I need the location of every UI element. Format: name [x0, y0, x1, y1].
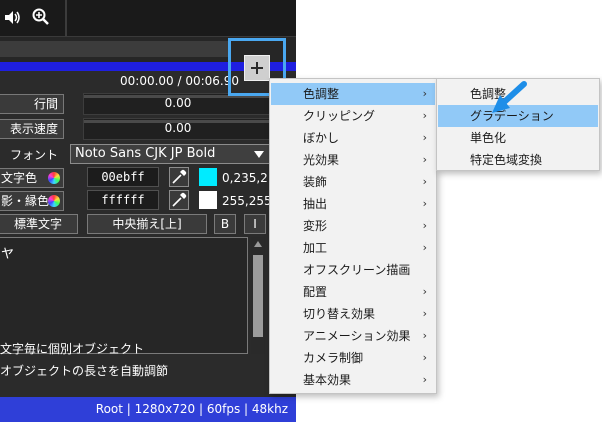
menu-sub-item[interactable]: 特定色域変換: [438, 149, 598, 171]
chevron-right-icon: ›: [422, 109, 427, 122]
zoom-in-icon[interactable]: [32, 8, 50, 29]
plus-icon-vertical: [256, 62, 258, 74]
toolbar-icons: [0, 0, 65, 36]
pointer-arrow-icon: [492, 81, 527, 113]
text-content: ヤ: [1, 247, 15, 262]
display-speed-value: 0.00: [164, 121, 192, 135]
color-wheel-icon[interactable]: [48, 172, 60, 184]
text-color-label-text: 文字色: [1, 171, 38, 185]
menu-main-item[interactable]: 抽出 ›: [271, 193, 435, 215]
eyedropper-button[interactable]: [169, 167, 189, 187]
chevron-right-icon: ›: [422, 285, 427, 298]
top-toolbar: [0, 0, 296, 36]
menu-main-item-label: アニメーション効果: [303, 329, 411, 343]
chevron-right-icon: ›: [422, 307, 427, 320]
text-color-swatch[interactable]: [199, 168, 217, 186]
eyedropper-button[interactable]: [169, 190, 189, 210]
menu-main-item-label: 抽出: [303, 197, 328, 211]
chevron-right-icon: ›: [422, 131, 427, 144]
chevron-right-icon: ›: [422, 351, 427, 364]
eyedropper-icon: [172, 169, 187, 184]
display-speed-label-button[interactable]: 表示速度: [0, 119, 64, 139]
color-wheel-icon[interactable]: [48, 195, 60, 207]
per-character-object-checkbox[interactable]: 文字毎に個別オブジェクト: [0, 340, 144, 357]
menu-main-item[interactable]: アニメーション効果 ›: [271, 325, 435, 347]
auto-adjust-length-checkbox[interactable]: オブジェクトの長さを自動調節: [0, 362, 168, 379]
chevron-right-icon: ›: [422, 329, 427, 342]
font-select[interactable]: Noto Sans CJK JP Bold: [70, 144, 270, 164]
menu-main-item-label: 光効果: [303, 153, 340, 167]
line-spacing-value: 0.00: [164, 96, 192, 110]
menu-main-item[interactable]: 切り替え効果 ›: [271, 303, 435, 325]
menu-sub-item-label: 特定色域変換: [470, 153, 543, 167]
status-text: Root | 1280x720 | 60fps | 48khz: [95, 402, 288, 416]
screenshot-stage: 00:00.00 / 00:06.90 行間 0.00 表示速度 0.00 フォ…: [0, 0, 602, 422]
scroll-thumb[interactable]: [253, 255, 263, 337]
chevron-right-icon: ›: [422, 241, 427, 254]
chevron-right-icon: ›: [422, 197, 427, 210]
shadow-color-hex[interactable]: ffffff: [87, 190, 159, 210]
menu-main-item-label: 装飾: [303, 175, 328, 189]
menu-main-item[interactable]: 加工 ›: [271, 237, 435, 259]
menu-main-item[interactable]: オフスクリーン描画: [271, 259, 435, 281]
text-input-area[interactable]: ヤ: [0, 237, 248, 354]
chevron-right-icon: ›: [422, 87, 427, 100]
menu-sub-item-label: 単色化: [470, 131, 507, 145]
scroll-up-icon[interactable]: [254, 241, 262, 247]
filter-context-menu: 色調整 › クリッピング › ぼかし › 光効果 › 装飾 › 抽出 › 変形 › 加工 › オフスクリーン描画…: [269, 78, 437, 394]
menu-main-item[interactable]: カメラ制御 ›: [271, 347, 435, 369]
text-area-scrollbar[interactable]: [251, 237, 265, 354]
shadow-color-swatch[interactable]: [199, 191, 217, 209]
font-label: フォント: [0, 145, 64, 165]
menu-main-item[interactable]: 基本効果 ›: [271, 369, 435, 391]
shadow-color-label-text: 影・縁色: [1, 194, 50, 208]
menu-main-item[interactable]: 変形 ›: [271, 215, 435, 237]
chevron-down-icon: [254, 151, 264, 158]
menu-main-item-label: ぼかし: [303, 131, 340, 145]
menu-main-item-label: 配置: [303, 285, 328, 299]
menu-main-item-label: 色調整: [303, 87, 340, 101]
menu-main-item[interactable]: ぼかし ›: [271, 127, 435, 149]
chevron-right-icon: ›: [422, 219, 427, 232]
bold-button[interactable]: B: [214, 214, 236, 234]
line-spacing-label-button[interactable]: 行間: [0, 94, 64, 114]
text-color-rgb: 0,235,2: [222, 171, 268, 185]
toolbar-field: [0, 41, 230, 57]
menu-main-item-label: 変形: [303, 219, 328, 233]
italic-button[interactable]: I: [244, 214, 266, 234]
eyedropper-icon: [172, 192, 187, 207]
chevron-right-icon: ›: [422, 153, 427, 166]
chevron-right-icon: ›: [422, 175, 427, 188]
display-speed-slider[interactable]: 0.00: [83, 118, 273, 140]
standard-text-button[interactable]: 標準文字: [0, 214, 78, 234]
shadow-color-rgb: 255,255: [222, 194, 272, 208]
alignment-button[interactable]: 中央揃え[上]: [87, 214, 207, 234]
menu-main-item-label: カメラ制御: [303, 351, 364, 365]
status-bar: Root | 1280x720 | 60fps | 48khz: [0, 397, 296, 422]
menu-main-item-label: クリッピング: [303, 109, 376, 123]
timecode: 00:00.00 / 00:06.90: [120, 74, 240, 88]
line-spacing-slider[interactable]: 0.00: [83, 93, 273, 115]
menu-main-item[interactable]: 配置 ›: [271, 281, 435, 303]
font-select-value: Noto Sans CJK JP Bold: [75, 146, 216, 161]
menu-main-item[interactable]: 光効果 ›: [271, 149, 435, 171]
text-color-hex[interactable]: 00ebff: [87, 167, 159, 187]
toolbar-separator: [65, 0, 67, 36]
menu-main-item-label: 基本効果: [303, 373, 352, 387]
menu-main-item[interactable]: 装飾 ›: [271, 171, 435, 193]
chevron-right-icon: ›: [422, 373, 427, 386]
menu-sub-item[interactable]: 単色化: [438, 127, 598, 149]
menu-main-item[interactable]: 色調整 ›: [271, 83, 435, 105]
menu-main-item-label: 加工: [303, 241, 328, 255]
menu-main-item-label: 切り替え効果: [303, 307, 376, 321]
menu-main-item[interactable]: クリッピング ›: [271, 105, 435, 127]
add-filter-button[interactable]: [244, 55, 270, 81]
menu-main-item-label: オフスクリーン描画: [303, 263, 411, 277]
volume-icon[interactable]: [4, 10, 22, 28]
